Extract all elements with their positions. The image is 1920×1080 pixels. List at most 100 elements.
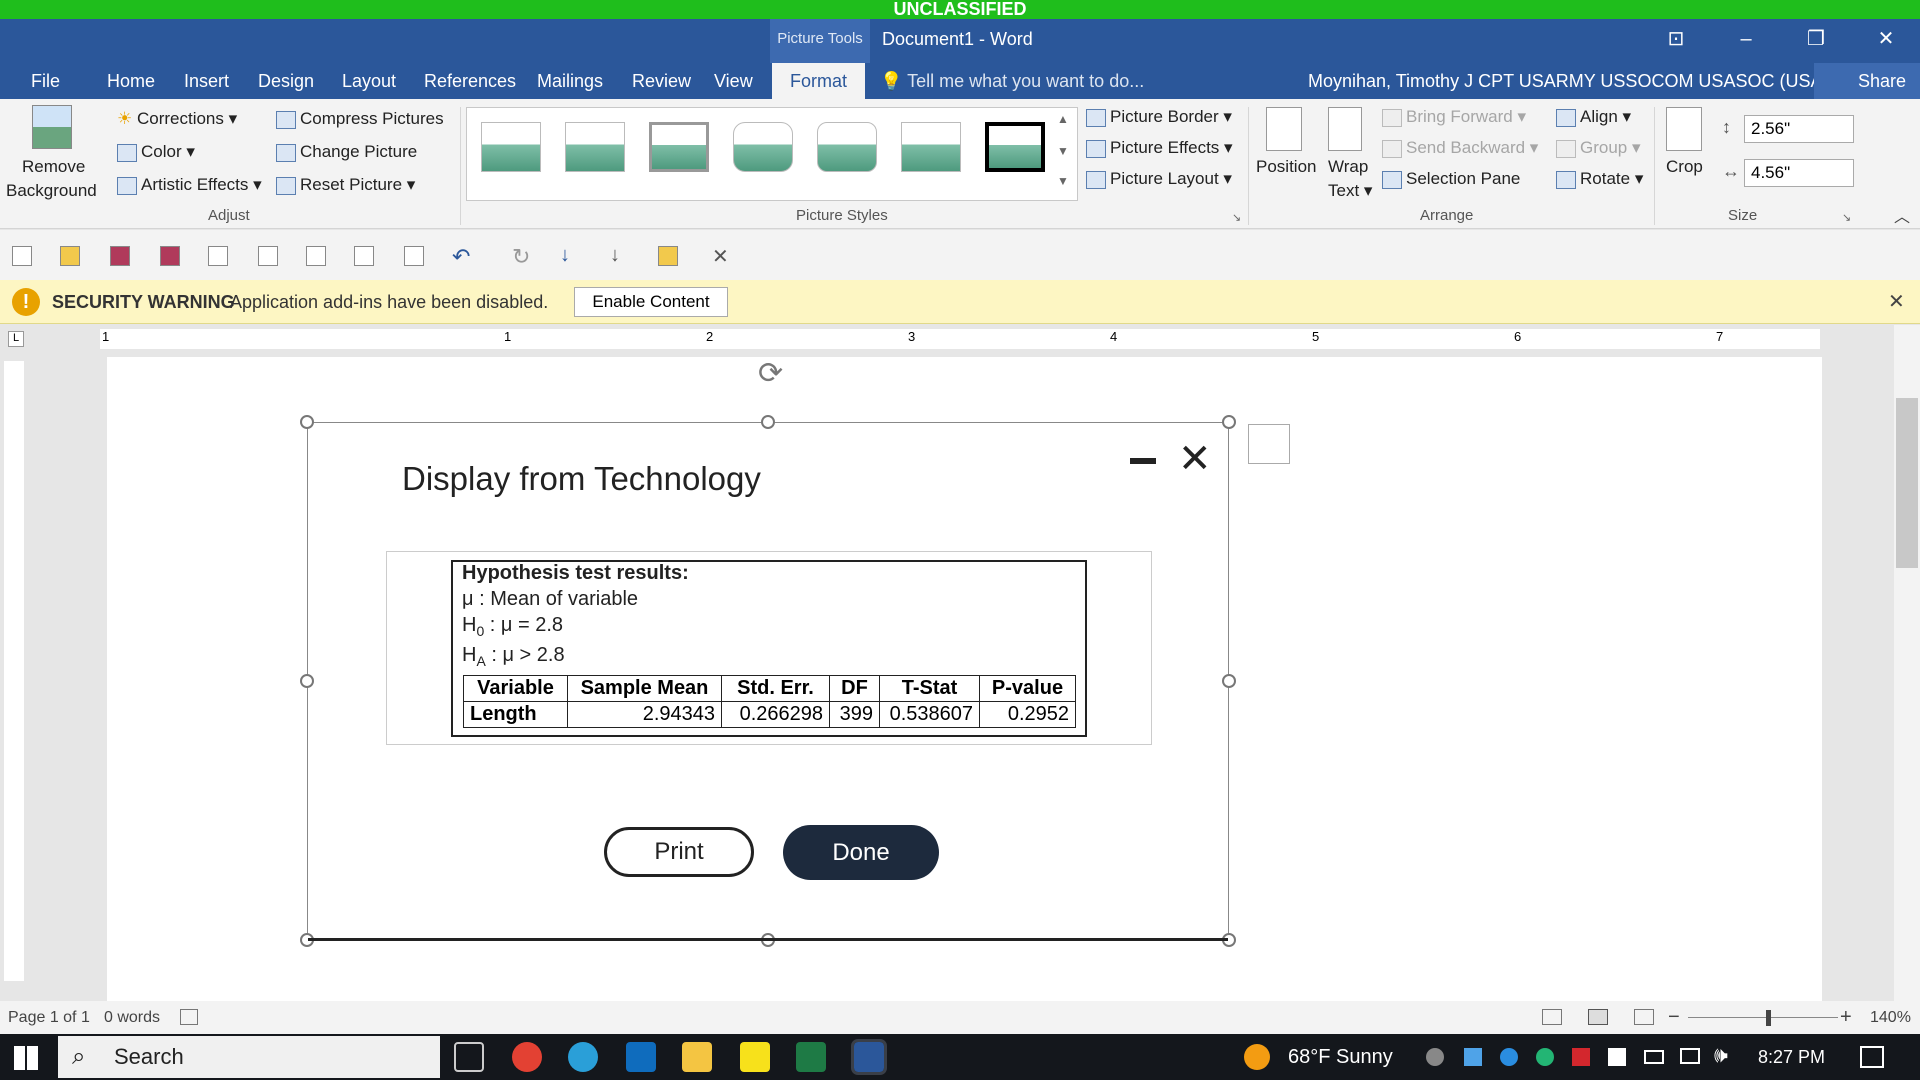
- read-mode-icon[interactable]: [1542, 1009, 1562, 1025]
- menu-mailings[interactable]: Mailings: [537, 63, 603, 99]
- proofing-icon[interactable]: [180, 1009, 198, 1025]
- wrap-text-icon[interactable]: [1328, 107, 1362, 151]
- menu-home[interactable]: Home: [107, 63, 155, 99]
- enable-content-button[interactable]: Enable Content: [574, 287, 728, 317]
- word-icon[interactable]: [851, 1039, 887, 1075]
- horizontal-ruler[interactable]: 1 1 2 3 4 5 6 7: [100, 329, 1820, 349]
- close-document-icon[interactable]: ✕: [712, 244, 729, 269]
- notifications-icon[interactable]: [1860, 1046, 1884, 1068]
- menu-review[interactable]: Review: [632, 63, 691, 99]
- rotate-button[interactable]: Rotate ▾: [1556, 169, 1643, 189]
- taskbar-search[interactable]: ⌕ Search: [58, 1036, 440, 1078]
- windows-start-icon[interactable]: [14, 1046, 38, 1070]
- remove-background-icon[interactable]: [32, 105, 72, 149]
- style-thumb-2[interactable]: [565, 122, 625, 172]
- redo-icon[interactable]: ↻: [512, 244, 530, 270]
- chrome-icon[interactable]: [512, 1042, 542, 1072]
- layout-options-icon[interactable]: [1248, 424, 1290, 464]
- scroll-thumb[interactable]: [1896, 398, 1918, 568]
- rotate-handle-icon[interactable]: ⟳: [758, 356, 783, 391]
- tab-selector-icon[interactable]: L: [8, 331, 24, 347]
- style-thumb-3[interactable]: [649, 122, 709, 172]
- web-layout-icon[interactable]: [1634, 1009, 1654, 1025]
- color-button[interactable]: Color ▾: [117, 142, 195, 162]
- bring-forward-button[interactable]: Bring Forward ▾: [1382, 107, 1526, 127]
- crop-icon[interactable]: [1666, 107, 1702, 151]
- sort-descending-icon[interactable]: ↓: [610, 244, 620, 267]
- resize-handle[interactable]: [300, 415, 314, 429]
- artistic-effects-button[interactable]: Artistic Effects ▾: [117, 175, 262, 195]
- resize-handle[interactable]: [761, 415, 775, 429]
- spelling-icon[interactable]: [404, 246, 424, 266]
- remove-background-label-2[interactable]: Background: [6, 181, 97, 201]
- style-thumb-6[interactable]: [901, 122, 961, 172]
- sticky-notes-icon[interactable]: [740, 1042, 770, 1072]
- undo-icon[interactable]: ↶: [452, 244, 470, 270]
- close-window-button[interactable]: ✕: [1852, 19, 1920, 59]
- excel-icon[interactable]: [796, 1042, 826, 1072]
- minimize-button[interactable]: –: [1712, 19, 1780, 59]
- selection-pane-button[interactable]: Selection Pane: [1382, 169, 1520, 189]
- user-name[interactable]: Moynihan, Timothy J CPT USARMY USSOCOM U…: [1308, 63, 1828, 99]
- network-icon[interactable]: [1680, 1048, 1700, 1064]
- menu-view[interactable]: View: [714, 63, 753, 99]
- menu-file[interactable]: File: [31, 63, 60, 99]
- open-folder-icon[interactable]: [60, 246, 80, 266]
- tray-icon[interactable]: [1426, 1048, 1444, 1066]
- weather-sun-icon[interactable]: [1244, 1044, 1270, 1070]
- position-icon[interactable]: [1266, 107, 1302, 151]
- compress-pictures-button[interactable]: Compress Pictures: [276, 109, 444, 129]
- clock[interactable]: 8:27 PM: [1758, 1034, 1825, 1080]
- menu-insert[interactable]: Insert: [184, 63, 229, 99]
- size-launcher-icon[interactable]: ↘: [1842, 211, 1851, 224]
- gallery-down-icon[interactable]: ▼: [1057, 144, 1069, 158]
- page-count[interactable]: Page 1 of 1: [8, 1001, 90, 1034]
- change-picture-button[interactable]: Change Picture: [276, 142, 417, 162]
- ribbon-display-icon[interactable]: ⊡: [1642, 19, 1710, 59]
- picture-effects-button[interactable]: Picture Effects ▾: [1086, 138, 1233, 158]
- volume-icon[interactable]: 🕪: [1714, 1042, 1728, 1068]
- zoom-out-icon[interactable]: −: [1668, 1001, 1680, 1034]
- styles-launcher-icon[interactable]: ↘: [1232, 211, 1241, 224]
- style-thumb-1[interactable]: [481, 122, 541, 172]
- select-icon[interactable]: [354, 246, 374, 266]
- shield-icon[interactable]: [1608, 1048, 1626, 1066]
- reset-picture-button[interactable]: Reset Picture ▾: [276, 175, 415, 195]
- menu-references[interactable]: References: [424, 63, 516, 99]
- gallery-up-icon[interactable]: ▲: [1057, 112, 1069, 126]
- tray-icon[interactable]: [1464, 1048, 1482, 1066]
- save-as-icon[interactable]: [160, 246, 180, 266]
- battery-icon[interactable]: [1644, 1050, 1664, 1064]
- sort-ascending-icon[interactable]: ↓: [560, 244, 570, 267]
- outlook-icon[interactable]: [626, 1042, 656, 1072]
- picture-layout-button[interactable]: Picture Layout ▾: [1086, 169, 1232, 189]
- height-input[interactable]: 2.56": [1744, 115, 1854, 143]
- vertical-ruler[interactable]: [4, 361, 24, 981]
- print-preview-icon[interactable]: [258, 246, 278, 266]
- print-layout-icon[interactable]: [1588, 1009, 1608, 1025]
- position-label[interactable]: Position: [1256, 157, 1316, 177]
- width-input[interactable]: 4.56": [1744, 159, 1854, 187]
- style-thumb-7[interactable]: [985, 122, 1045, 172]
- zoom-slider-thumb[interactable]: [1766, 1010, 1771, 1026]
- close-warning-icon[interactable]: ✕: [1888, 280, 1905, 324]
- weather-text[interactable]: 68°F Sunny: [1288, 1034, 1393, 1080]
- resize-handle[interactable]: [1222, 674, 1236, 688]
- restore-button[interactable]: ❐: [1782, 19, 1850, 59]
- corrections-button[interactable]: ☀ Corrections ▾: [117, 109, 237, 129]
- remove-background-label[interactable]: Remove: [22, 157, 85, 177]
- gallery-more-icon[interactable]: ▼: [1057, 174, 1069, 188]
- tray-icon[interactable]: [1536, 1048, 1554, 1066]
- email-icon[interactable]: [306, 246, 326, 266]
- send-backward-button[interactable]: Send Backward ▾: [1382, 138, 1538, 158]
- edge-icon[interactable]: [568, 1042, 598, 1072]
- resize-handle[interactable]: [1222, 415, 1236, 429]
- zoom-slider[interactable]: [1688, 1017, 1838, 1018]
- collapse-ribbon-icon[interactable]: ︿: [1894, 203, 1910, 227]
- resize-handle[interactable]: [300, 674, 314, 688]
- menu-format[interactable]: Format: [772, 63, 866, 99]
- style-thumb-5[interactable]: [817, 122, 877, 172]
- align-button[interactable]: Align ▾: [1556, 107, 1631, 127]
- wrap-label[interactable]: Wrap: [1328, 157, 1368, 177]
- picture-styles-gallery[interactable]: ▲ ▼ ▼: [466, 107, 1078, 201]
